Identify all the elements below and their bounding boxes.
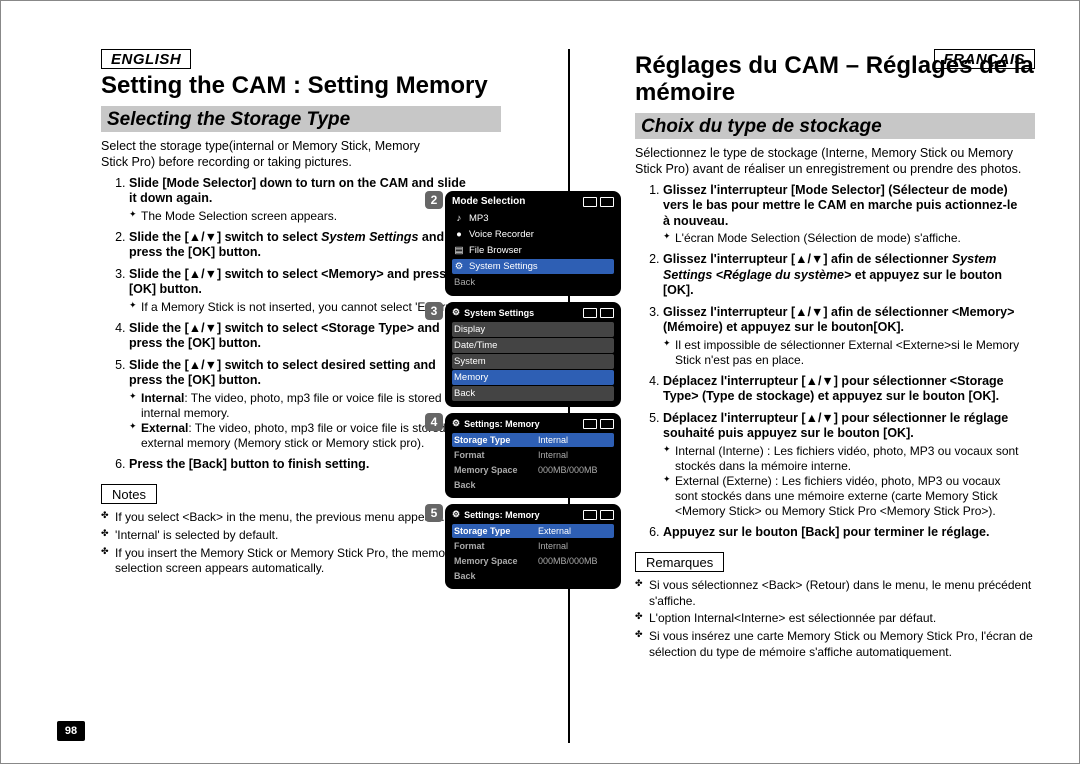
step-4: Slide the [▲/▼] switch to select <Storag…: [129, 321, 469, 352]
step-2: Slide the [▲/▼] switch to select System …: [129, 230, 469, 261]
step-callout-2: 2: [425, 191, 443, 209]
step-5: Slide the [▲/▼] switch to select desired…: [129, 358, 469, 451]
screenshot-3: 3 ⚙System Settings Display Date/Time Sys…: [445, 302, 621, 407]
page-number: 98: [57, 721, 85, 741]
card-icon: [583, 510, 597, 520]
battery-icon: [600, 510, 614, 520]
intro-fr: Sélectionnez le type de stockage (Intern…: [635, 145, 1035, 177]
manual-page: ENGLISH Setting the CAM : Setting Memory…: [0, 0, 1080, 764]
card-icon: [583, 419, 597, 429]
music-icon: ♪: [454, 213, 464, 224]
screen-title: Settings: Memory: [464, 419, 540, 429]
section-heading-fr: Choix du type de stockage: [635, 113, 1035, 139]
card-icon: [583, 308, 597, 318]
language-label-fr: FRANÇAIS: [934, 49, 1036, 69]
settings-icon: ⚙: [452, 509, 460, 520]
screen-title: Settings: Memory: [464, 510, 540, 520]
settings-icon: ⚙: [452, 418, 460, 429]
steps-fr: Glissez l'interrupteur [Mode Selector] (…: [635, 183, 1023, 541]
step-3: Slide the [▲/▼] switch to select <Memory…: [129, 267, 469, 315]
step-callout-4: 4: [425, 413, 443, 431]
notes-label-en: Notes: [101, 484, 157, 504]
settings-icon: ⚙: [452, 307, 460, 318]
screen-title: System Settings: [464, 308, 534, 318]
step-1: Slide [Mode Selector] down to turn on th…: [129, 176, 469, 224]
page-title-en: Setting the CAM : Setting Memory: [101, 73, 501, 100]
steps-en: Slide [Mode Selector] down to turn on th…: [101, 176, 469, 473]
notes-label-fr: Remarques: [635, 552, 724, 572]
mic-icon: ●: [454, 229, 464, 240]
battery-icon: [600, 308, 614, 318]
screenshot-4: 4 ⚙Settings: Memory Storage TypeInternal…: [445, 413, 621, 498]
language-label-en: ENGLISH: [101, 49, 191, 69]
screenshot-5: 5 ⚙Settings: Memory Storage TypeExternal…: [445, 504, 621, 589]
battery-icon: [600, 197, 614, 207]
step-callout-3: 3: [425, 302, 443, 320]
device-screenshots: 2 Mode Selection ♪MP3 ●Voice Recorder ▤F…: [445, 191, 621, 589]
intro-en: Select the storage type(internal or Memo…: [101, 138, 441, 170]
file-icon: ▤: [454, 245, 464, 256]
settings-icon: ⚙: [454, 261, 464, 272]
battery-icon: [600, 419, 614, 429]
step-6: Press the [Back] button to finish settin…: [129, 457, 469, 473]
notes-fr: Si vous sélectionnez <Back> (Retour) dan…: [635, 578, 1035, 660]
screenshot-2: 2 Mode Selection ♪MP3 ●Voice Recorder ▤F…: [445, 191, 621, 296]
section-heading-en: Selecting the Storage Type: [101, 106, 501, 132]
screen-title: Mode Selection: [452, 196, 525, 207]
step-callout-5: 5: [425, 504, 443, 522]
card-icon: [583, 197, 597, 207]
